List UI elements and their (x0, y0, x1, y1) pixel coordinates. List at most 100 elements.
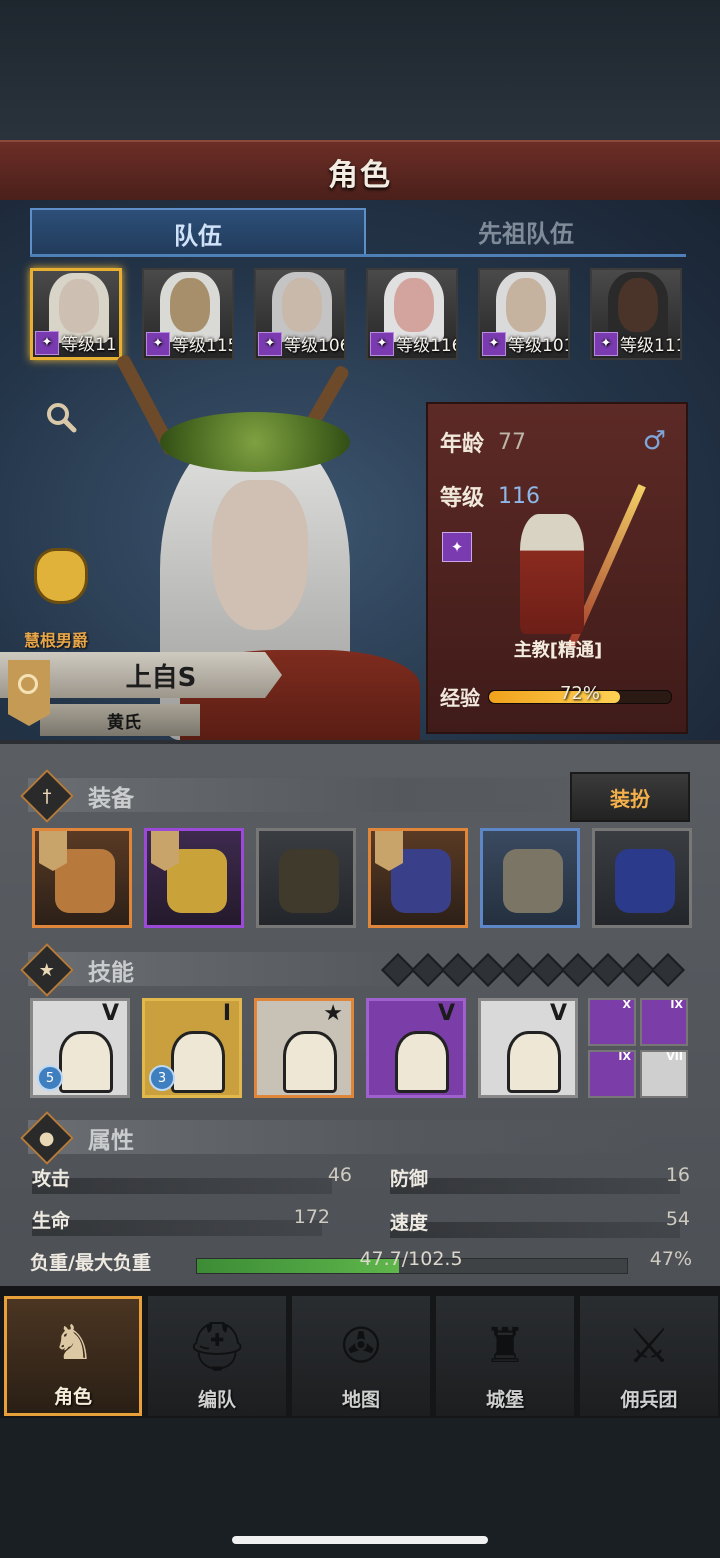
nav-item[interactable]: ⛑ 编队 (148, 1296, 286, 1416)
level-row: 等级 116 (440, 480, 540, 512)
load-row: 负重/最大负重 47.7/102.5 47% (30, 1248, 692, 1282)
equip-section-label: 装备 (88, 786, 134, 812)
passive-skill-rank: VII (666, 1050, 683, 1063)
nav-item[interactable]: ✇ 地图 (292, 1296, 430, 1416)
nav-item[interactable]: ♞ 角色 (4, 1296, 142, 1416)
party-portrait[interactable]: ✦ 等级111 (590, 268, 682, 360)
equipment-slot[interactable] (32, 828, 132, 928)
passive-skill-slot[interactable]: X (588, 998, 636, 1046)
passive-skill-rank: IX (670, 998, 683, 1011)
wand-icon: ✦ (594, 331, 618, 356)
attr-section-label: 属性 (88, 1128, 134, 1154)
speed-row: 速度 54 (390, 1208, 690, 1242)
passive-skill-slot[interactable]: IX (588, 1050, 636, 1098)
party-portrait[interactable]: ✦ 等级11 (30, 268, 122, 360)
age-label: 年龄 (440, 432, 485, 457)
hp-value: 172 (293, 1206, 330, 1228)
equipped-mark-icon (39, 831, 67, 871)
exp-row: 经验 72% (440, 682, 672, 711)
wand-icon: ✦ (35, 330, 59, 355)
skill-slot[interactable]: V (478, 998, 578, 1098)
defense-value: 16 (665, 1164, 690, 1186)
load-percent: 47% (649, 1248, 692, 1270)
class-wand-icon[interactable]: ✦ (442, 532, 472, 562)
noble-title: 慧根男爵 (24, 631, 89, 650)
class-figure (520, 514, 584, 634)
search-icon[interactable] (44, 400, 80, 436)
details-panel: † 装备 装扮 ★ 技能 V 5 I 3 ★ V V X IX IX VII ● 属性 攻击 46 … (0, 740, 720, 1290)
mercenary-icon: ⚔ (627, 1318, 671, 1374)
page-title: 角色 (328, 158, 392, 193)
skill-gem-icon (561, 953, 595, 987)
level-label: 等级 (440, 486, 485, 511)
passive-skill-slot[interactable]: VII (640, 1050, 688, 1098)
skill-gem-icon (591, 953, 625, 987)
passive-skill-rank: X (622, 998, 631, 1011)
skill-slot[interactable]: V5 (30, 998, 130, 1098)
equipped-mark-icon (375, 831, 403, 871)
equipment-slot[interactable] (368, 828, 468, 928)
knight-icon: ♞ (51, 1315, 95, 1371)
nav-item[interactable]: ♜ 城堡 (436, 1296, 574, 1416)
party-portraits: ✦ 等级11 ✦ 等级115 ✦ 等级106 ✦ 等级116 ✦ 等级101 ✦ 等级111 (30, 268, 690, 362)
party-portrait[interactable]: ✦ 等级115 (142, 268, 234, 360)
speed-value: 54 (665, 1208, 690, 1230)
skill-icon (395, 1031, 449, 1093)
clan-name: 黄氏 (107, 712, 141, 733)
attack-label: 攻击 (32, 1168, 71, 1190)
equipment-slot[interactable] (592, 828, 692, 928)
home-indicator[interactable] (232, 1536, 488, 1544)
skill-gem-icon (441, 953, 475, 987)
skill-icon (59, 1031, 113, 1093)
potion-icon[interactable] (34, 548, 88, 604)
skill-rank: ★ (323, 1001, 343, 1026)
skill-gem-icon (471, 953, 505, 987)
tab-team[interactable]: 队伍 (30, 208, 366, 256)
party-portrait[interactable]: ✦ 等级101 (478, 268, 570, 360)
nav-label: 佣兵团 (620, 1389, 678, 1411)
portrait-level: ✦ 等级11 (35, 330, 117, 355)
portrait-level: ✦ 等级101 (482, 331, 568, 356)
party-portrait[interactable]: ✦ 等级106 (254, 268, 346, 360)
defense-label: 防御 (390, 1168, 429, 1190)
equipment-slot[interactable] (256, 828, 356, 928)
portrait-level-text: 等级11 (61, 335, 117, 355)
skill-gem-icon (651, 953, 685, 987)
exp-percent: 72% (559, 682, 600, 704)
skill-gem-icon (531, 953, 565, 987)
nav-label: 地图 (341, 1389, 380, 1411)
age-row: 年龄 77 (440, 426, 526, 458)
skill-slot[interactable]: V (366, 998, 466, 1098)
dress-up-button[interactable]: 装扮 (570, 772, 690, 822)
clan-plate: 黄氏 (40, 704, 200, 736)
portrait-level-text: 等级111 (620, 336, 682, 356)
skill-icon (507, 1031, 561, 1093)
equipment-slot[interactable] (480, 828, 580, 928)
tab-ancestor-team[interactable]: 先祖队伍 (366, 208, 686, 254)
skill-rank: V (101, 1001, 119, 1026)
character-name: 上自S (125, 662, 197, 693)
age-value: 77 (498, 429, 527, 455)
skill-gem-icon (411, 953, 445, 987)
skill-gem-icon (501, 953, 535, 987)
skill-gem-icon (381, 953, 415, 987)
party-portrait[interactable]: ✦ 等级116 (366, 268, 458, 360)
load-value: 47.7/102.5 (359, 1248, 463, 1270)
person-icon: ● (20, 1111, 74, 1165)
equipped-mark-icon (151, 831, 179, 871)
passive-skill-rank: IX (618, 1050, 631, 1063)
equipment-slot[interactable] (144, 828, 244, 928)
skill-slot[interactable]: ★ (254, 998, 354, 1098)
level-value: 116 (498, 483, 541, 509)
class-name: 主教[精通] (513, 640, 603, 661)
exp-label: 经验 (440, 686, 480, 710)
passive-skill-slot[interactable]: IX (640, 998, 688, 1046)
hp-row: 生命 172 (32, 1206, 330, 1240)
nav-item[interactable]: ⚔ 佣兵团 (580, 1296, 718, 1416)
castle-icon: ♜ (483, 1318, 527, 1374)
hero-area: 队伍 先祖队伍 ✦ 等级11 ✦ 等级115 ✦ 等级106 ✦ 等级116 ✦ 等级101 ✦ 等级… (0, 200, 720, 740)
skill-level-badge: 3 (149, 1065, 175, 1091)
skill-icon (171, 1031, 225, 1093)
skill-slot[interactable]: I3 (142, 998, 242, 1098)
skill-gem-icon (621, 953, 655, 987)
